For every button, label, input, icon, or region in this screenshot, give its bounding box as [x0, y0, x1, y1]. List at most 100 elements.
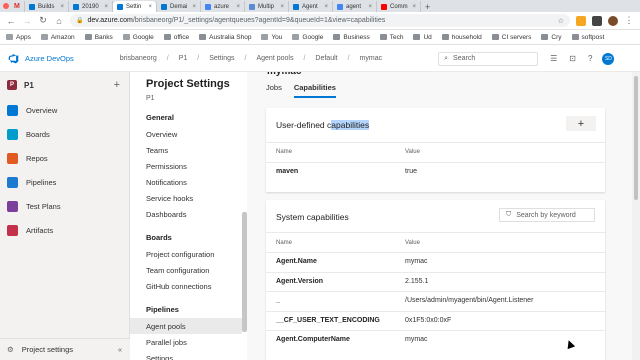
boards-icon [7, 128, 18, 140]
breadcrumb-item[interactable]: brisbaneorg [120, 55, 157, 62]
search-input[interactable]: ⌕ Search [438, 51, 539, 66]
close-window-icon[interactable] [3, 3, 9, 9]
keyword-filter-input[interactable]: ⛉ Search by keyword [499, 208, 595, 222]
reload-icon[interactable]: ↻ [38, 15, 48, 26]
breadcrumb-item[interactable]: Agent pools [256, 55, 293, 62]
forward-icon[interactable]: → [22, 16, 32, 26]
capability-name: Agent.Version [276, 277, 324, 285]
browser-tab[interactable]: Demai × [157, 1, 201, 12]
nav-item-repos[interactable]: Repos [0, 146, 129, 170]
bookmark-item[interactable]: Cry [541, 34, 562, 41]
main-scrollbar[interactable] [632, 72, 640, 360]
browser-tab[interactable]: azure × [201, 1, 245, 12]
browser-tab[interactable]: Multip × [245, 1, 289, 12]
settings-nav-item[interactable]: Project configuration [146, 246, 242, 262]
pipelines-heading: Pipelines [146, 305, 179, 314]
bookmark-item[interactable]: You [261, 34, 282, 41]
tab-capabilities[interactable]: Capabilities [293, 83, 336, 98]
browser-tab[interactable]: 20190 × [69, 1, 113, 12]
browser-tab[interactable]: Agent × [289, 1, 333, 12]
settings-nav-item[interactable]: Team configuration [146, 262, 242, 278]
settings-nav-item[interactable]: Teams [146, 142, 242, 158]
bookmark-item[interactable]: softpost [571, 34, 604, 41]
nav-item-test-plans[interactable]: Test Plans [0, 194, 129, 218]
tab-close-icon[interactable]: × [324, 4, 328, 10]
bookmark-item[interactable]: Tech [379, 33, 404, 41]
settings-nav-item[interactable]: Service hooks [146, 190, 242, 206]
shopping-bag-icon[interactable]: ⊡ [569, 54, 576, 63]
bookmark-item[interactable]: household [441, 33, 482, 41]
settings-nav-item[interactable]: Permissions [146, 158, 242, 174]
browser-tab-gmail[interactable]: M [11, 1, 25, 12]
help-icon[interactable]: ? [588, 54, 592, 63]
breadcrumb-item[interactable]: mymac [360, 55, 383, 62]
nav-item-overview[interactable]: Overview [0, 98, 129, 122]
extension-icon[interactable] [576, 15, 586, 26]
breadcrumb-item[interactable]: Default [315, 55, 337, 62]
browser-tab[interactable]: agent × [333, 1, 377, 12]
settings-nav-item[interactable]: Overview [146, 126, 242, 142]
bookmark-item[interactable]: Business [333, 34, 370, 41]
project-header[interactable]: P P1 + [0, 72, 129, 98]
add-capability-button[interactable]: + [566, 116, 596, 131]
settings-nav-item[interactable]: Notifications [146, 174, 242, 190]
browser-tab[interactable]: Settin × [113, 1, 157, 12]
browser-tab[interactable]: Builds × [25, 1, 69, 12]
tab-jobs[interactable]: Jobs [266, 83, 282, 98]
tab-close-icon[interactable]: × [236, 4, 240, 10]
settings-nav-item[interactable]: Settings [146, 350, 242, 360]
back-icon[interactable]: ← [6, 16, 16, 26]
nav-item-boards[interactable]: Boards [0, 122, 129, 146]
bookmark-label: Tech [389, 33, 404, 41]
nav-item-artifacts[interactable]: Artifacts [0, 218, 129, 242]
bookmark-item[interactable]: Australia Shop [199, 34, 251, 41]
tab-close-icon[interactable]: × [280, 4, 284, 10]
capability-name: _ [276, 297, 280, 304]
tab-close-icon[interactable]: × [148, 4, 152, 10]
settings-nav-item[interactable]: GitHub connections [146, 278, 242, 294]
tab-close-icon[interactable]: × [104, 4, 108, 10]
bookmark-item[interactable]: Google [122, 34, 154, 41]
bookmark-item[interactable]: Amazon [40, 33, 75, 41]
collapse-nav-icon[interactable]: « [118, 345, 122, 354]
url-field[interactable]: 🔒 dev.azure.com/brisbaneorg/P1/_settings… [70, 14, 570, 27]
extension-icon[interactable] [592, 15, 602, 26]
breadcrumb-item[interactable]: Settings [209, 55, 234, 62]
home-icon[interactable]: ⌂ [54, 16, 64, 26]
tab-close-icon[interactable]: × [60, 4, 64, 10]
bookmark-item[interactable]: Google [292, 34, 323, 41]
tab-close-icon[interactable]: × [192, 4, 196, 10]
add-icon[interactable]: + [114, 79, 120, 91]
tab-label: azure [214, 3, 230, 10]
breadcrumb-item[interactable]: P1 [179, 55, 188, 62]
bookmark-item[interactable]: Ud [413, 34, 432, 41]
bookmark-label: household [451, 33, 482, 41]
bookmark-icon [40, 34, 48, 40]
new-tab-button[interactable]: + [421, 2, 434, 12]
bookmark-item[interactable]: office [163, 34, 189, 41]
bookmark-item[interactable]: Banks [84, 34, 113, 41]
settings-nav-item[interactable]: Dashboards [146, 206, 242, 222]
settings-nav-item[interactable]: Agent pools [130, 318, 242, 334]
browser-menu-icon[interactable]: ⋮ [624, 15, 634, 26]
profile-avatar[interactable] [608, 15, 618, 26]
bookmark-item[interactable]: CI servers [491, 34, 531, 41]
avatar[interactable]: SD [602, 52, 615, 65]
browser-tab-strip: M Builds × 20190 × Settin × Demai × azure × Multip… [0, 0, 640, 12]
divider [266, 162, 605, 163]
project-settings-link[interactable]: ⚙ Project settings « [0, 338, 130, 360]
scrollbar-thumb[interactable] [634, 76, 638, 200]
settings-nav-item[interactable]: Parallel jobs [146, 334, 242, 350]
boards-heading: Boards [146, 233, 172, 242]
bookmark-label: You [271, 33, 283, 41]
nav-item-pipelines[interactable]: Pipelines [0, 170, 129, 194]
bookmark-star-icon[interactable]: ☆ [558, 17, 564, 25]
list-icon[interactable]: ☰ [550, 54, 557, 63]
azure-devops-logo-icon[interactable] [8, 53, 19, 64]
product-name[interactable]: Azure DevOps [25, 54, 74, 63]
tab-close-icon[interactable]: × [412, 4, 416, 10]
bookmark-item[interactable]: Apps [6, 34, 31, 41]
tab-close-icon[interactable]: × [368, 4, 372, 10]
bookmark-label: Amazon [50, 33, 75, 41]
browser-tab[interactable]: Comm × [377, 1, 421, 12]
